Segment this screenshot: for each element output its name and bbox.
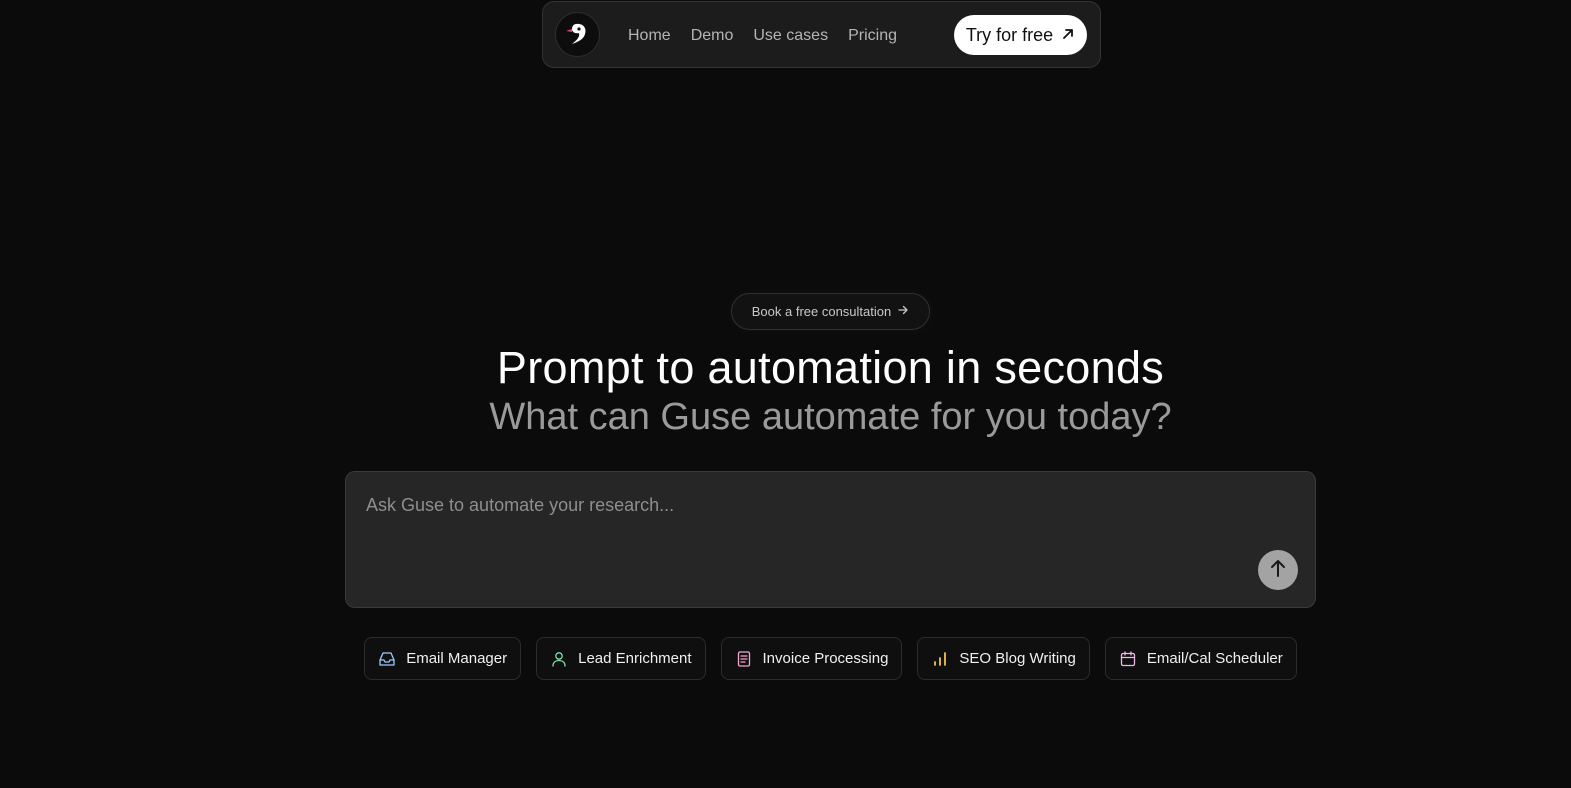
arrow-up-right-icon — [1061, 25, 1075, 46]
chip-label: Email Manager — [406, 650, 508, 667]
chip-label: Lead Enrichment — [578, 650, 692, 667]
nav-link-pricing[interactable]: Pricing — [848, 27, 897, 45]
nav-link-use-cases[interactable]: Use cases — [753, 27, 828, 45]
prompt-box — [345, 471, 1316, 608]
chip-email-manager[interactable]: Email Manager — [364, 637, 522, 680]
chip-email-cal-scheduler[interactable]: Email/Cal Scheduler — [1104, 637, 1297, 680]
chip-label: Email/Cal Scheduler — [1146, 650, 1283, 667]
book-consultation-button[interactable]: Book a free consultation — [731, 293, 930, 330]
user-icon — [550, 650, 568, 668]
arrow-right-icon — [897, 304, 909, 319]
try-for-free-button[interactable]: Try for free — [954, 15, 1087, 55]
template-chips: Email Manager Lead Enrichment Invoice Pr… — [0, 637, 1571, 680]
arrow-up-icon — [1267, 557, 1289, 584]
nav-link-home[interactable]: Home — [628, 27, 671, 45]
calendar-icon — [1119, 650, 1137, 668]
try-for-free-label: Try for free — [965, 24, 1054, 45]
chip-invoice-processing[interactable]: Invoice Processing — [720, 637, 903, 680]
nav-links: Home Demo Use cases Pricing — [628, 2, 917, 69]
prompt-input[interactable] — [364, 492, 1224, 518]
chip-label: SEO Blog Writing — [959, 650, 1076, 667]
hero-title: Prompt to automation in seconds — [496, 342, 1165, 393]
inbox-icon — [378, 650, 396, 668]
book-consultation-label: Book a free consultation — [751, 304, 892, 319]
document-icon — [735, 650, 753, 668]
send-button[interactable] — [1258, 550, 1298, 590]
chip-lead-enrichment[interactable]: Lead Enrichment — [536, 637, 706, 680]
bar-chart-icon — [931, 650, 949, 668]
chip-seo-blog-writing[interactable]: SEO Blog Writing — [917, 637, 1090, 680]
nav-link-demo[interactable]: Demo — [691, 27, 734, 45]
hero-subtitle: What can Guse automate for you today? — [489, 396, 1172, 438]
top-navbar: Home Demo Use cases Pricing Try for free — [542, 1, 1101, 68]
chip-label: Invoice Processing — [762, 650, 889, 667]
guse-logo-icon[interactable] — [555, 12, 600, 57]
